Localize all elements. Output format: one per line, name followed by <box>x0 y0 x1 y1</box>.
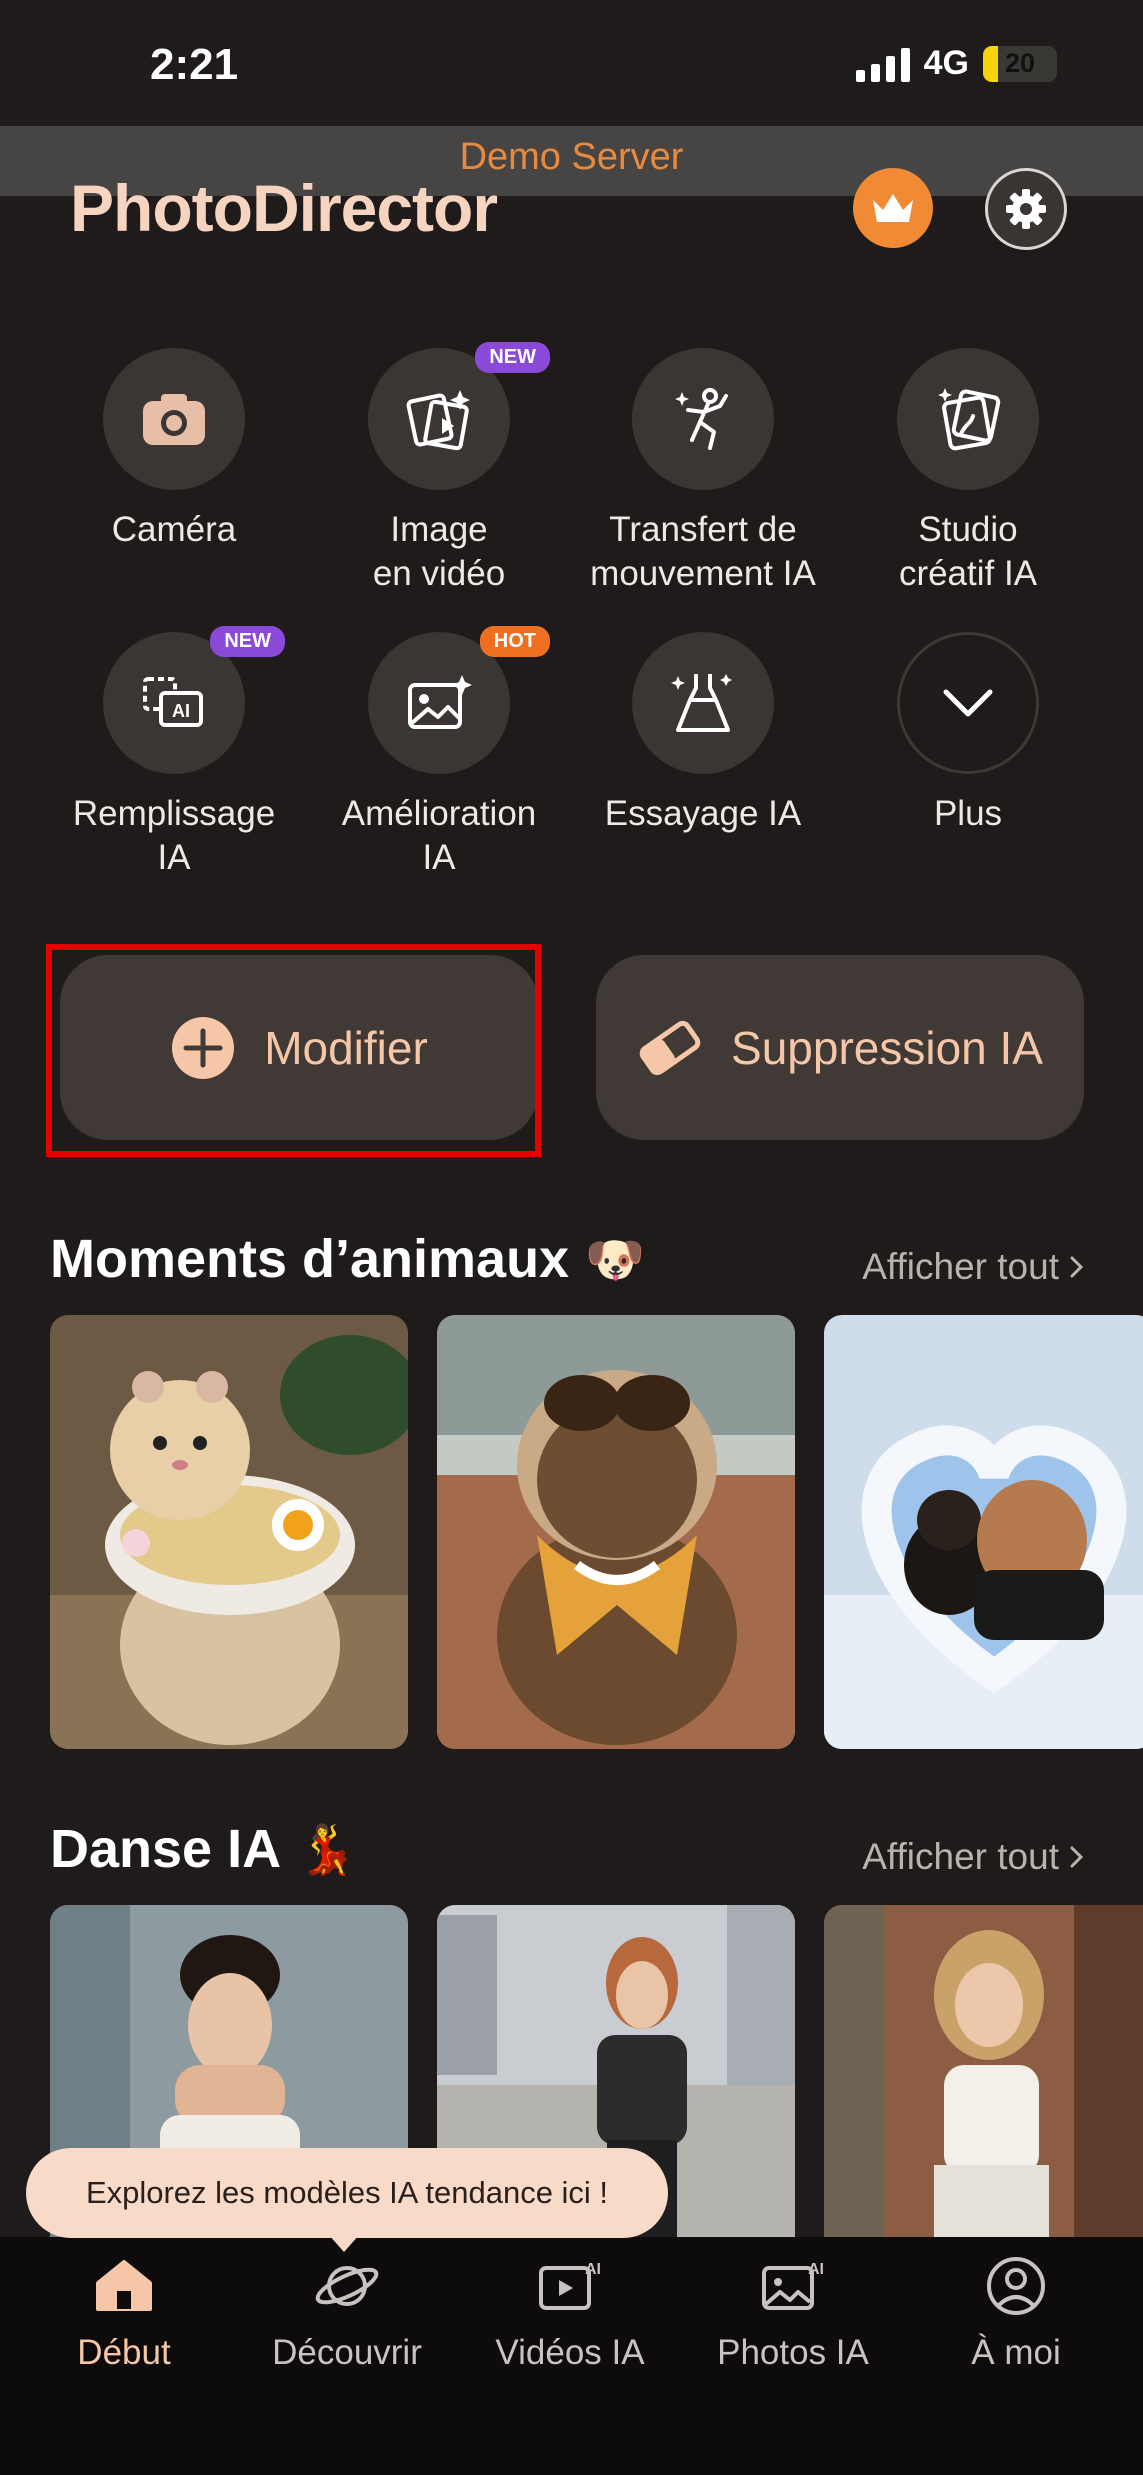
nav-ai-videos[interactable]: AI Vidéos IA <box>456 2255 684 2373</box>
battery-level: 20 <box>1004 48 1036 78</box>
tool-label: Amélioration <box>341 794 537 833</box>
dance-card-3[interactable] <box>824 1905 1143 2237</box>
dancer-woman-3-image <box>824 1905 1143 2237</box>
chevron-right-icon <box>1070 1846 1084 1868</box>
see-all-label: Afficher tout <box>862 1836 1059 1877</box>
discover-tooltip[interactable]: Explorez les modèles IA tendance ici ! <box>26 2148 668 2238</box>
dancer-emoji: 💃 <box>297 1823 357 1877</box>
settings-button[interactable] <box>985 168 1067 250</box>
hamster-ramen-image <box>50 1315 408 1749</box>
pet-card-capybara[interactable] <box>437 1315 795 1749</box>
planet-icon <box>315 2266 379 2306</box>
dress-icon <box>671 674 732 732</box>
nav-home[interactable]: Début <box>10 2255 238 2373</box>
network-type: 4G <box>923 44 969 82</box>
section-title-pets: Moments d’animaux 🐶 <box>50 1228 645 1290</box>
tool-label-line2: mouvement IA <box>590 554 816 593</box>
new-badge: NEW <box>475 342 550 373</box>
tool-label: Transfert de <box>609 510 797 549</box>
nav-label: Vidéos IA <box>495 2333 645 2372</box>
premium-button[interactable] <box>853 168 933 248</box>
pet-card-dogs[interactable] <box>824 1315 1143 1749</box>
svg-text:AI: AI <box>172 701 190 721</box>
dogs-heart-image <box>824 1315 1143 1749</box>
demo-server-label: Demo Server <box>459 136 684 178</box>
pet-card-hamster[interactable] <box>50 1315 408 1749</box>
ai-video-icon: AI <box>539 2261 601 2310</box>
tool-label: Plus <box>933 794 1003 833</box>
eraser-icon <box>639 1020 701 1075</box>
svg-text:AI: AI <box>808 2261 824 2278</box>
ai-photo-icon: AI <box>762 2261 824 2310</box>
tool-more[interactable]: Plus <box>836 632 1100 836</box>
nav-label: Découvrir <box>272 2333 422 2372</box>
tool-ai-try-on[interactable]: Essayage IA <box>571 632 835 836</box>
nav-discover[interactable]: Découvrir <box>233 2255 461 2373</box>
new-badge: NEW <box>210 626 285 657</box>
capybara-image <box>437 1315 795 1749</box>
see-all-pets-link[interactable]: Afficher tout <box>862 1246 1085 1288</box>
tool-ai-fill[interactable]: AI NEW Remplissage IA <box>42 626 306 880</box>
tool-label: Remplissage <box>72 794 276 833</box>
tool-ai-enhance[interactable]: HOT Amélioration IA <box>307 626 571 880</box>
tool-label: Image <box>390 510 488 549</box>
image-video-icon <box>406 390 470 451</box>
crown-icon <box>873 194 913 222</box>
tool-label: Studio <box>918 510 1018 549</box>
ai-removal-button[interactable]: Suppression IA <box>596 955 1084 1140</box>
signal-icon <box>855 46 910 82</box>
tooltip-pointer <box>328 2234 360 2252</box>
tool-creative-studio[interactable]: Studio créatif IA <box>836 348 1100 596</box>
tool-camera[interactable]: Caméra <box>42 348 306 552</box>
dog-emoji: 🐶 <box>585 1233 645 1287</box>
dancer-icon <box>675 388 728 450</box>
tool-label-line2: en vidéo <box>372 554 506 593</box>
camera-icon <box>143 394 205 445</box>
home-icon <box>96 2260 152 2311</box>
tool-label: Caméra <box>111 510 237 549</box>
enhance-icon <box>408 675 472 729</box>
battery-icon: 20 <box>983 45 1057 82</box>
ai-fill-icon: AI <box>143 677 203 727</box>
see-all-label: Afficher tout <box>862 1246 1059 1287</box>
nav-ai-photos[interactable]: AI Photos IA <box>679 2255 907 2373</box>
status-indicators: 4G 20 <box>855 44 1057 83</box>
tool-label-line2: IA <box>422 838 456 877</box>
tool-label: Essayage IA <box>604 794 802 833</box>
status-time: 2:21 <box>150 40 239 89</box>
highlight-box <box>46 944 541 1157</box>
section-title-text: Moments d’animaux <box>50 1229 570 1289</box>
section-title-dance: Danse IA 💃 <box>50 1818 357 1880</box>
tool-label-line2: IA <box>157 838 191 877</box>
svg-text:AI: AI <box>585 2261 601 2278</box>
chevron-down-icon <box>943 689 993 717</box>
tool-label-line2: créatif IA <box>898 554 1038 593</box>
app-title: PhotoDirector <box>70 171 498 245</box>
nav-label: Début <box>77 2333 171 2372</box>
gear-icon <box>1006 189 1046 229</box>
see-all-dance-link[interactable]: Afficher tout <box>862 1836 1085 1878</box>
creative-studio-icon <box>938 388 1001 451</box>
hot-badge: HOT <box>479 626 550 657</box>
nav-label: Photos IA <box>717 2333 869 2372</box>
profile-icon <box>987 2257 1045 2315</box>
section-title-text: Danse IA <box>50 1819 282 1879</box>
nav-label: À moi <box>971 2333 1061 2372</box>
tool-motion-transfer[interactable]: Transfert de mouvement IA <box>571 348 835 596</box>
ai-removal-label: Suppression IA <box>731 1021 1043 1074</box>
nav-profile[interactable]: À moi <box>902 2255 1130 2373</box>
chevron-right-icon <box>1070 1256 1084 1278</box>
tool-image-to-video[interactable]: NEW Image en vidéo <box>307 342 571 596</box>
